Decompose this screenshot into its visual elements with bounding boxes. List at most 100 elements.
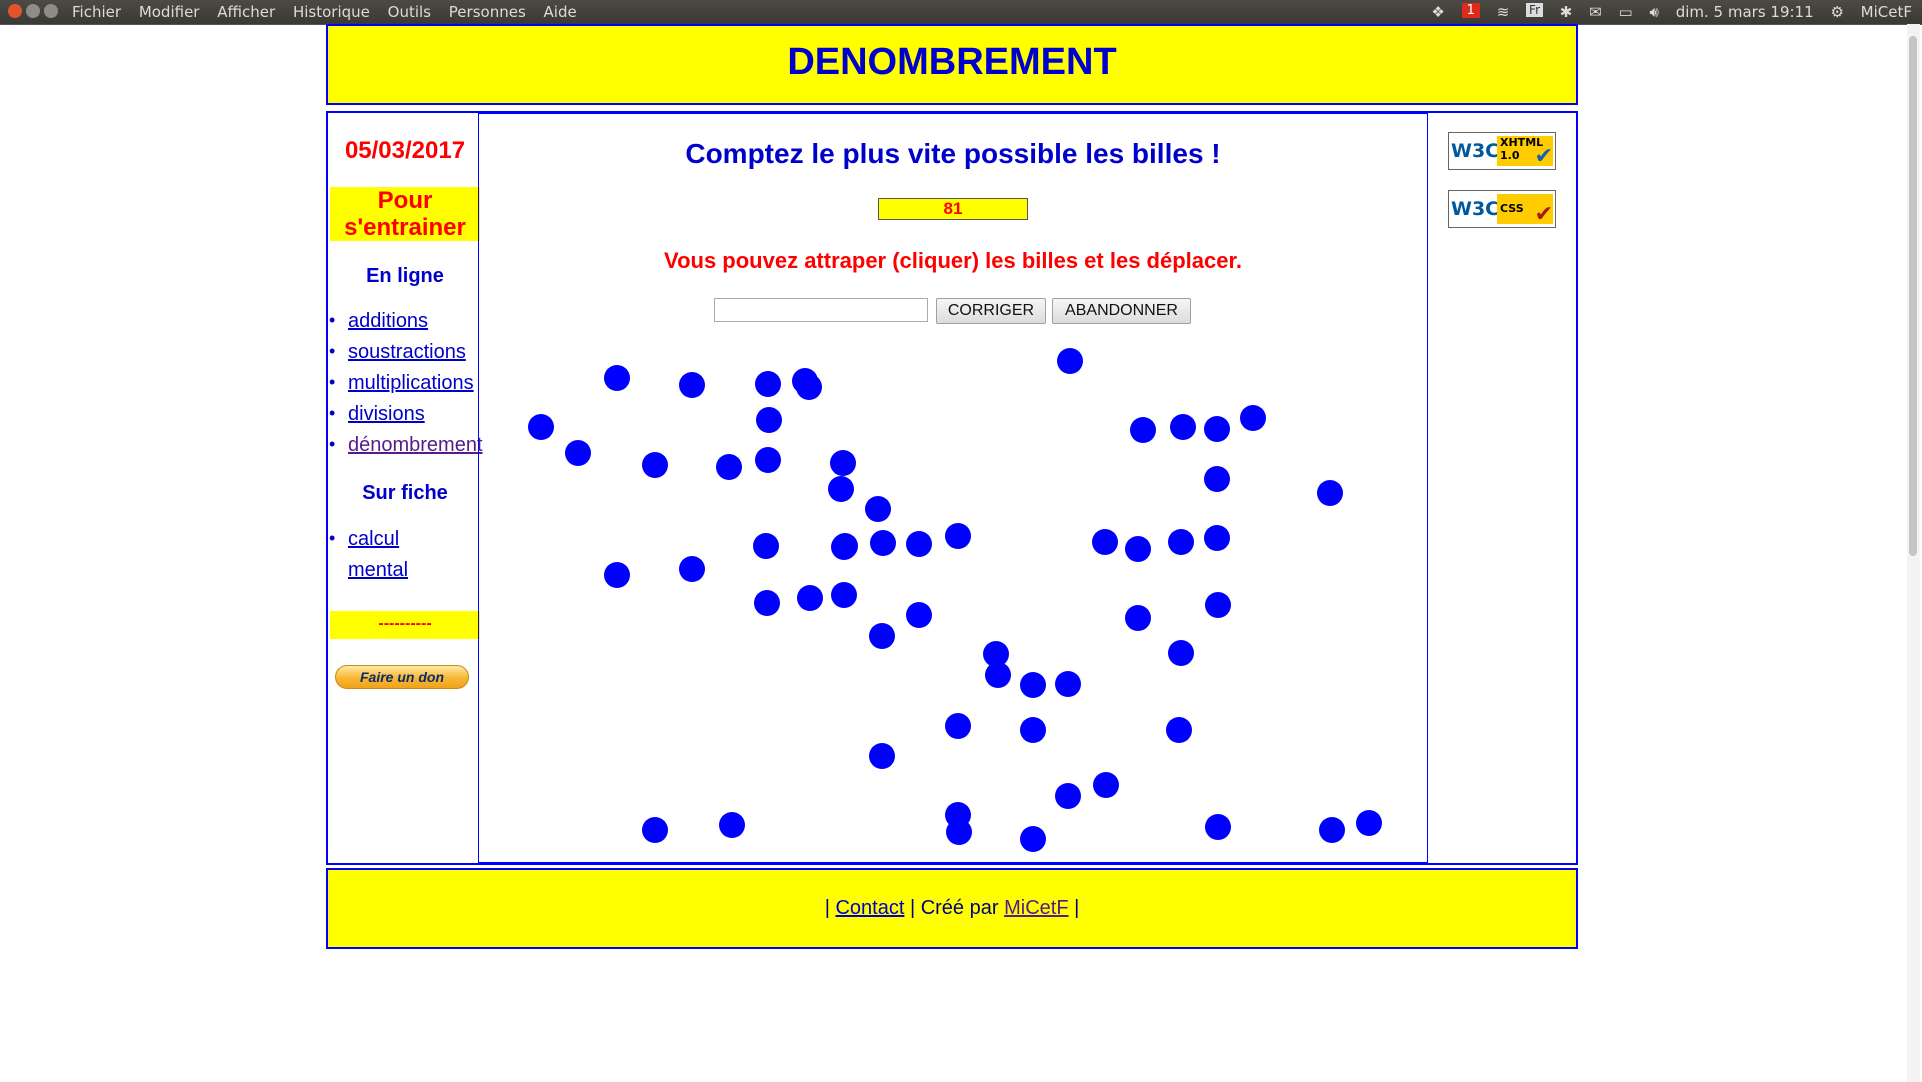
marble-field[interactable] bbox=[479, 114, 1427, 862]
marble[interactable] bbox=[642, 817, 668, 843]
abandon-button[interactable]: ABANDONNER bbox=[1052, 298, 1191, 324]
link-multiplications[interactable]: multiplications bbox=[348, 372, 474, 394]
link-additions[interactable]: additions bbox=[348, 310, 428, 332]
marble[interactable] bbox=[1020, 826, 1046, 852]
marble[interactable] bbox=[1055, 783, 1081, 809]
marble[interactable] bbox=[528, 414, 554, 440]
marble[interactable] bbox=[985, 662, 1011, 688]
game-instruction: Vous pouvez attraper (cliquer) les bille… bbox=[664, 248, 1242, 273]
marble[interactable] bbox=[755, 447, 781, 473]
marble[interactable] bbox=[1020, 717, 1046, 743]
bluetooth-icon[interactable]: ✱ bbox=[1560, 3, 1573, 21]
marble[interactable] bbox=[679, 556, 705, 582]
correct-button[interactable]: CORRIGER bbox=[936, 298, 1046, 324]
marble[interactable] bbox=[1240, 405, 1266, 431]
marble[interactable] bbox=[1092, 529, 1118, 555]
marble[interactable] bbox=[642, 452, 668, 478]
menu-aide[interactable]: Aide bbox=[544, 3, 577, 21]
clock[interactable]: dim. 5 mars 19:11 bbox=[1676, 3, 1814, 21]
marble[interactable] bbox=[1125, 536, 1151, 562]
marble[interactable] bbox=[796, 374, 822, 400]
marble[interactable] bbox=[870, 530, 896, 556]
marble[interactable] bbox=[945, 713, 971, 739]
minimize-window-icon[interactable] bbox=[26, 4, 40, 18]
keyboard-layout-indicator[interactable]: Fr bbox=[1526, 3, 1544, 17]
marble[interactable] bbox=[797, 585, 823, 611]
marble[interactable] bbox=[1356, 810, 1382, 836]
marble[interactable] bbox=[945, 523, 971, 549]
marble[interactable] bbox=[830, 450, 856, 476]
marble[interactable] bbox=[946, 819, 972, 845]
settings-gear-icon[interactable]: ⚙ bbox=[1830, 3, 1843, 21]
menu-afficher[interactable]: Afficher bbox=[217, 3, 275, 21]
marble[interactable] bbox=[832, 533, 858, 559]
wifi-icon[interactable]: ≋ bbox=[1497, 3, 1510, 21]
battery-icon[interactable]: ▭ bbox=[1619, 3, 1633, 21]
system-top-bar: Fichier Modifier Afficher Historique Out… bbox=[0, 0, 1922, 24]
xhtml-validator-badge[interactable]: W3C XHTML 1.0 ✔ bbox=[1448, 132, 1556, 170]
dropbox-icon[interactable]: ❖ bbox=[1431, 3, 1444, 21]
marble[interactable] bbox=[1319, 817, 1345, 843]
marble[interactable] bbox=[604, 365, 630, 391]
badge-label-line1: CSS bbox=[1500, 202, 1524, 215]
marble[interactable] bbox=[753, 533, 779, 559]
contact-link[interactable]: Contact bbox=[835, 897, 904, 919]
menu-fichier[interactable]: Fichier bbox=[72, 3, 121, 21]
marble[interactable] bbox=[1130, 417, 1156, 443]
marble[interactable] bbox=[755, 371, 781, 397]
author-link[interactable]: MiCetF bbox=[1004, 897, 1068, 919]
mail-icon[interactable]: ✉ bbox=[1589, 3, 1602, 21]
css-validator-badge[interactable]: W3C CSS ✔ bbox=[1448, 190, 1556, 228]
marble[interactable] bbox=[1125, 605, 1151, 631]
marble[interactable] bbox=[1317, 480, 1343, 506]
menu-historique[interactable]: Historique bbox=[293, 3, 370, 21]
marble[interactable] bbox=[679, 372, 705, 398]
menu-personnes[interactable]: Personnes bbox=[449, 3, 526, 21]
marble[interactable] bbox=[906, 531, 932, 557]
marble[interactable] bbox=[1168, 529, 1194, 555]
marble[interactable] bbox=[869, 743, 895, 769]
validator-badges: W3C XHTML 1.0 ✔ W3C CSS ✔ bbox=[1448, 132, 1556, 248]
marble[interactable] bbox=[828, 476, 854, 502]
marble[interactable] bbox=[1205, 592, 1231, 618]
marble[interactable] bbox=[754, 590, 780, 616]
marble[interactable] bbox=[865, 496, 891, 522]
marble[interactable] bbox=[1020, 672, 1046, 698]
marble[interactable] bbox=[1204, 416, 1230, 442]
marble[interactable] bbox=[1204, 466, 1230, 492]
marble[interactable] bbox=[869, 623, 895, 649]
marble[interactable] bbox=[1205, 814, 1231, 840]
scrollbar-thumb[interactable] bbox=[1909, 36, 1917, 556]
close-window-icon[interactable] bbox=[8, 4, 22, 18]
marble[interactable] bbox=[716, 454, 742, 480]
list-item: multiplications bbox=[329, 372, 483, 403]
link-denombrement[interactable]: dénombrement bbox=[348, 434, 483, 456]
marble[interactable] bbox=[1093, 772, 1119, 798]
menu-outils[interactable]: Outils bbox=[388, 3, 431, 21]
marble[interactable] bbox=[906, 602, 932, 628]
volume-icon[interactable]: 🔊︎ bbox=[1649, 3, 1658, 21]
marble[interactable] bbox=[719, 812, 745, 838]
marble[interactable] bbox=[1057, 348, 1083, 374]
link-divisions[interactable]: divisions bbox=[348, 403, 425, 425]
marble[interactable] bbox=[831, 582, 857, 608]
donate-button[interactable]: Faire un don bbox=[335, 665, 469, 689]
link-calcul[interactable]: calcul bbox=[348, 528, 399, 550]
maximize-window-icon[interactable] bbox=[44, 4, 58, 18]
marble[interactable] bbox=[565, 440, 591, 466]
marble[interactable] bbox=[1166, 717, 1192, 743]
marble[interactable] bbox=[1204, 525, 1230, 551]
link-mental[interactable]: mental bbox=[348, 559, 408, 581]
page-scrollbar[interactable] bbox=[1907, 24, 1920, 1082]
menu-modifier[interactable]: Modifier bbox=[139, 3, 200, 21]
marble[interactable] bbox=[604, 562, 630, 588]
marble[interactable] bbox=[756, 407, 782, 433]
footer-created-by: | Créé par bbox=[909, 897, 999, 919]
notification-badge[interactable]: 1 bbox=[1461, 3, 1480, 18]
marble[interactable] bbox=[1168, 640, 1194, 666]
answer-input[interactable] bbox=[714, 298, 928, 322]
user-name[interactable]: MiCetF bbox=[1861, 3, 1912, 21]
marble[interactable] bbox=[1170, 414, 1196, 440]
marble[interactable] bbox=[1055, 671, 1081, 697]
link-soustractions[interactable]: soustractions bbox=[348, 341, 466, 363]
